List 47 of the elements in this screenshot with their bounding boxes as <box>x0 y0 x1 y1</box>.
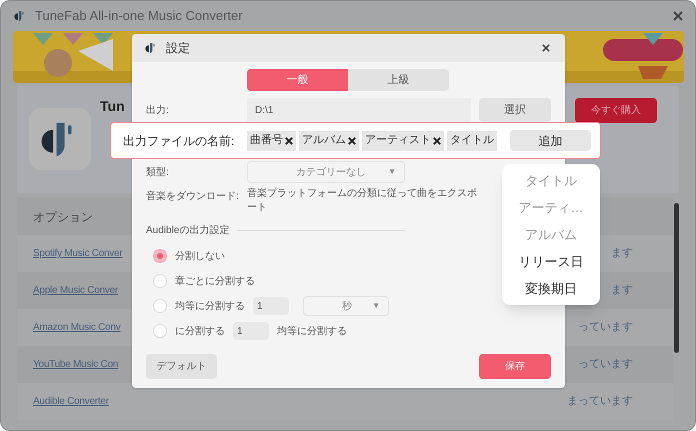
filename-tag[interactable]: アルバム <box>299 130 359 150</box>
output-path-field[interactable]: D:\1 <box>247 98 471 122</box>
radio-button[interactable] <box>153 274 167 288</box>
radio-button[interactable] <box>153 324 167 338</box>
close-icon[interactable] <box>542 44 550 52</box>
window-title: TuneFab All-in-one Music Converter <box>35 7 243 26</box>
default-button[interactable]: デフォルト <box>146 354 217 379</box>
status-text: ます <box>611 283 634 298</box>
radio-button[interactable] <box>153 299 167 313</box>
tab[interactable]: 一般 <box>247 69 348 91</box>
field-label: 出力: <box>146 104 170 118</box>
status-text: っています <box>578 320 634 336</box>
radio-label: に分割する <box>175 324 225 338</box>
filename-tag[interactable]: 曲番号 <box>247 130 296 150</box>
number-field[interactable]: 1 <box>233 322 269 340</box>
section-title: Audibleの出力設定 <box>146 224 230 238</box>
filename-tag[interactable]: タイトル <box>447 130 497 150</box>
menu-item[interactable]: 変換期日 <box>525 275 577 302</box>
save-button[interactable]: 保存 <box>479 354 551 379</box>
status-text: ます <box>611 246 634 262</box>
field-label: 出力ファイルの名前: <box>123 132 236 150</box>
select-button[interactable]: 選択 <box>479 98 551 122</box>
unit-dropdown[interactable]: 秒 ▼ <box>303 296 389 316</box>
field-label: 類型: <box>146 166 170 180</box>
product-title: Tun <box>100 97 125 116</box>
category-dropdown[interactable]: カテゴリーなし ▼ <box>247 161 405 183</box>
add-button[interactable]: 追加 <box>510 130 591 151</box>
close-icon[interactable] <box>673 11 683 21</box>
buy-button[interactable]: 今すぐ購入 <box>575 98 657 123</box>
dialog-title: 設定 <box>166 40 190 57</box>
radio-label: 均等に分割する <box>175 300 245 314</box>
radio-label: 分割しない <box>175 250 225 264</box>
remove-icon[interactable] <box>348 136 356 144</box>
remove-icon[interactable] <box>433 136 441 144</box>
status-text: っています <box>578 357 634 372</box>
dropdown-arrow: ▼ <box>372 300 380 312</box>
status-text: まっています <box>567 394 634 410</box>
radio-suffix: 均等に分割する <box>277 324 347 338</box>
tab[interactable]: 上級 <box>348 69 449 91</box>
menu-item[interactable]: リリース日 <box>518 248 584 275</box>
scrollbar[interactable] <box>674 203 679 353</box>
number-field[interactable]: 1 <box>253 297 289 315</box>
dropdown-arrow: ▼ <box>388 166 396 178</box>
remove-icon[interactable] <box>285 136 293 144</box>
radio-button[interactable] <box>153 249 167 263</box>
radio-label: 章ごとに分割する <box>175 274 255 288</box>
filename-tag[interactable]: アーティスト <box>362 130 444 150</box>
